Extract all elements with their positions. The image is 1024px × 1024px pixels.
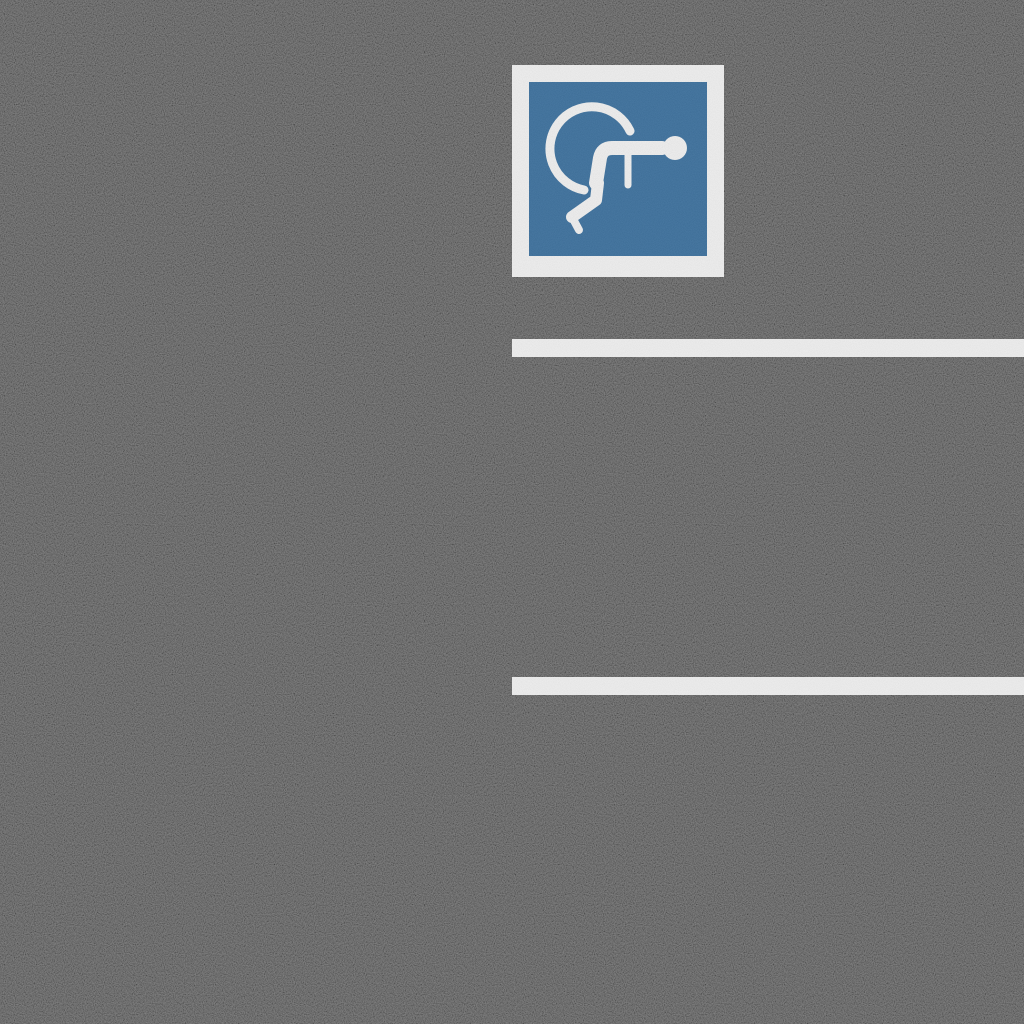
accessible-parking-marking — [512, 65, 724, 277]
parking-line-upper — [512, 339, 1024, 357]
parking-space-scene — [0, 0, 1024, 1024]
parking-line-lower — [512, 677, 1024, 695]
marking-paint-texture — [512, 65, 724, 277]
